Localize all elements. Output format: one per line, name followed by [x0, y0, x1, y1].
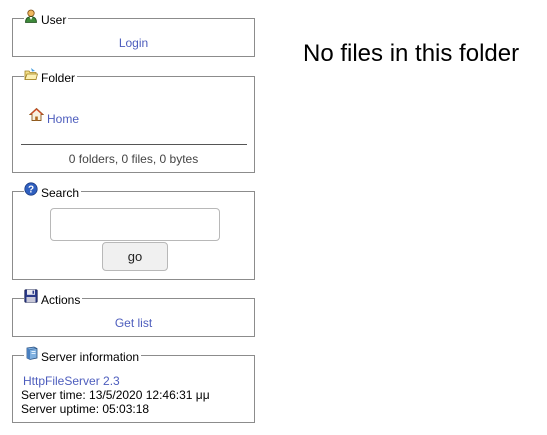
user-panel-title: User: [41, 13, 67, 27]
home-link-row[interactable]: Home: [28, 107, 79, 126]
get-list-link[interactable]: Get list: [115, 316, 152, 330]
server-time: Server time: 13/5/2020 12:46:31 μμ: [21, 388, 210, 402]
user-icon: [24, 9, 38, 23]
empty-folder-message: No files in this folder: [303, 40, 520, 67]
server-info-title: Server information: [41, 350, 140, 364]
go-button[interactable]: go: [102, 242, 168, 271]
folder-stats: 0 folders, 0 files, 0 bytes: [68, 152, 199, 166]
actions-panel-legend: Actions: [24, 289, 83, 307]
help-icon: ?: [24, 182, 38, 196]
folder-panel-legend: Folder: [24, 67, 78, 85]
server-icon: [24, 346, 38, 360]
search-panel: ? Search go: [12, 182, 255, 280]
svg-text:?: ?: [28, 185, 34, 196]
folder-panel: Folder Home 0 folders, 0 files, 0 bytes: [12, 68, 255, 173]
user-panel: User Login: [12, 9, 255, 57]
server-uptime: Server uptime: 05:03:18: [21, 402, 150, 416]
server-info-lines: HttpFileServer 2.3 Server time: 13/5/202…: [21, 374, 210, 416]
folder-divider: [21, 144, 247, 145]
home-link[interactable]: Home: [47, 112, 79, 126]
folder-panel-title: Folder: [41, 71, 76, 85]
folder-icon: [24, 67, 38, 81]
home-icon: [28, 107, 45, 122]
search-input[interactable]: [50, 208, 220, 241]
actions-panel: Actions Get list: [12, 289, 255, 337]
login-link[interactable]: Login: [119, 36, 148, 50]
server-info-legend: Server information: [24, 346, 142, 364]
search-panel-legend: ? Search: [24, 182, 82, 200]
version-link[interactable]: HttpFileServer 2.3: [23, 374, 120, 388]
user-panel-legend: User: [24, 9, 69, 27]
search-panel-title: Search: [41, 186, 80, 200]
server-info-panel: Server information HttpFileServer 2.3 Se…: [12, 346, 255, 423]
actions-panel-title: Actions: [41, 293, 81, 307]
floppy-disk-icon: [24, 289, 38, 303]
